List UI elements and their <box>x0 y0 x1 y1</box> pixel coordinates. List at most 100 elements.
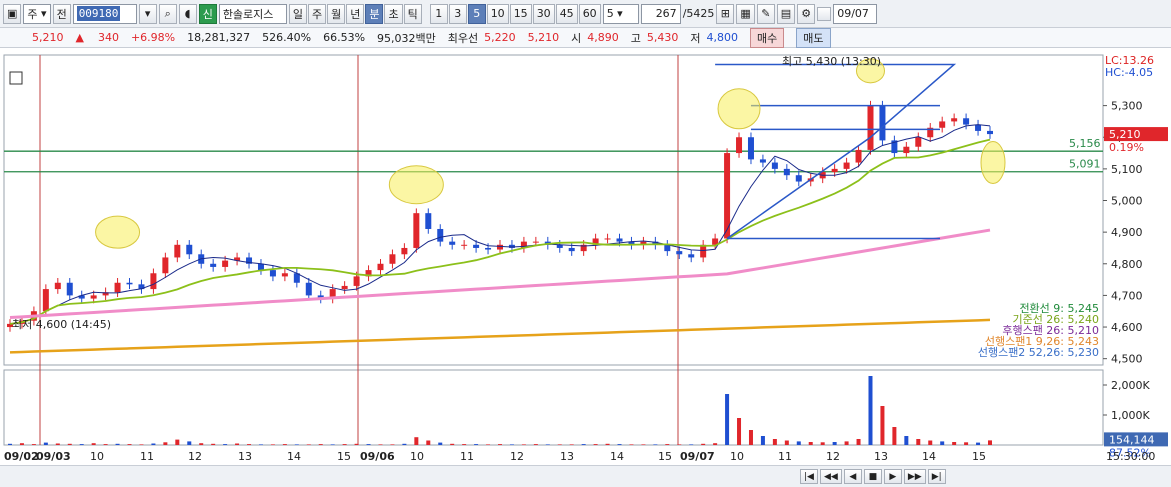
draw-icon[interactable]: ✎ <box>756 3 775 24</box>
chart-layout-icon[interactable]: ▣ <box>3 3 22 24</box>
period-tab-6[interactable]: 틱 <box>403 3 422 24</box>
candlestick-chart[interactable]: 5,3005,2005,1005,0004,9004,8004,7004,600… <box>0 50 1171 465</box>
x-axis-label: 13 <box>874 450 888 463</box>
volume-bar <box>605 443 610 445</box>
open-price: 4,890 <box>587 31 619 44</box>
interval-select-value: 5 <box>606 7 614 20</box>
sell-button[interactable]: 매도 <box>796 27 831 48</box>
volume-bar <box>258 444 263 445</box>
nav-button-0[interactable]: |◀ <box>800 469 818 484</box>
x-axis-label: 14 <box>610 450 624 463</box>
high-annotation: 최고 5,430 (13:30) <box>782 55 881 68</box>
volume-bar <box>557 444 562 445</box>
turnover-pct: 66.53% <box>323 31 366 44</box>
volume-bar <box>235 443 240 445</box>
search-icon[interactable]: ⌕ <box>158 3 177 24</box>
nav-button-6[interactable]: ▶| <box>927 469 946 484</box>
sin-badge[interactable]: 신 <box>198 3 217 24</box>
candle-body <box>114 282 121 293</box>
trade-amount: 95,032백만 <box>377 31 436 45</box>
best-ask: 5,220 <box>484 31 516 44</box>
volume-bar <box>760 436 765 445</box>
x-axis-label: 15 <box>658 450 672 463</box>
high-label: 고 <box>630 31 641 45</box>
period-tab-4[interactable]: 분 <box>365 3 384 24</box>
interval-select[interactable]: 5 ▾ <box>602 3 639 24</box>
settings-icon[interactable]: ⚙ <box>797 3 816 24</box>
volume-bar <box>569 444 574 445</box>
candle-body <box>843 162 850 169</box>
x-axis-label: 13 <box>238 450 252 463</box>
chart-scrollbar[interactable]: |◀ ◀◀ ◀ ■ ▶ ▶▶ ▶| <box>0 465 1171 487</box>
crosshair-icon[interactable]: ⊞ <box>716 3 735 24</box>
period-tabs: 일주월년분초틱 <box>288 3 422 24</box>
volume-bar <box>904 436 909 445</box>
period-tab-2[interactable]: 월 <box>327 3 346 24</box>
volume-bar <box>486 444 491 445</box>
candle-body <box>413 213 420 248</box>
open-label: 시 <box>571 31 582 45</box>
market-select[interactable]: 주 ▾ <box>23 3 51 24</box>
interval-tab-4[interactable]: 15 <box>509 3 532 24</box>
volume-bar <box>641 444 646 445</box>
volume-bar <box>462 444 467 445</box>
candle-body <box>676 251 683 255</box>
candle-body <box>604 238 611 240</box>
interval-tab-3[interactable]: 10 <box>486 3 509 24</box>
count-value: 267 <box>655 7 677 20</box>
chart-area: 5,3005,2005,1005,0004,9004,8004,7004,600… <box>0 50 1171 487</box>
volume-bar <box>653 444 658 445</box>
volume-bar <box>8 443 12 445</box>
x-axis-label: 14 <box>287 450 301 463</box>
buy-button[interactable]: 매수 <box>750 27 785 48</box>
interval-tab-7[interactable]: 60 <box>578 3 601 24</box>
nav-button-2[interactable]: ◀ <box>843 469 862 484</box>
nav-button-5[interactable]: ▶▶ <box>903 469 926 484</box>
volume-bar <box>294 444 299 445</box>
stock-code-value: 009180 <box>76 6 121 21</box>
volume-bar <box>976 442 981 445</box>
nav-button-4[interactable]: ▶ <box>883 469 902 484</box>
candle-body <box>688 254 695 258</box>
volume-bar <box>354 443 359 445</box>
period-tab-0[interactable]: 일 <box>288 3 307 24</box>
interval-tab-5[interactable]: 30 <box>532 3 555 24</box>
candle-body <box>963 118 970 125</box>
table-icon[interactable]: ▤ <box>776 3 796 24</box>
code-dropdown-icon[interactable]: ▾ <box>138 3 157 24</box>
x-axis-label: 12 <box>510 450 524 463</box>
interval-tab-0[interactable]: 1 <box>429 3 448 24</box>
count-input[interactable]: 267 <box>640 3 681 24</box>
candle-body <box>437 228 444 242</box>
date-input[interactable]: 09/07 <box>833 3 878 24</box>
stock-code-input[interactable]: 009180 <box>72 3 137 24</box>
volume-ratio: 526.40% <box>262 31 312 44</box>
nav-button-3[interactable]: ■ <box>863 469 882 484</box>
candle-body <box>449 241 456 245</box>
interval-tab-6[interactable]: 45 <box>555 3 578 24</box>
nav-button-1[interactable]: ◀◀ <box>820 469 842 484</box>
date-checkbox[interactable] <box>817 6 832 21</box>
candle-body <box>269 270 276 277</box>
price-panel <box>3 54 1104 366</box>
volume-bar <box>450 443 455 445</box>
period-tab-3[interactable]: 년 <box>346 3 365 24</box>
volume-bar <box>139 444 144 445</box>
interval-tab-2[interactable]: 5 <box>467 3 486 24</box>
interval-tab-1[interactable]: 3 <box>448 3 467 24</box>
candle-body <box>987 130 993 135</box>
period-tab-1[interactable]: 주 <box>307 3 327 24</box>
grid-icon[interactable]: ▦ <box>736 3 755 24</box>
candle-body <box>150 273 157 290</box>
volume-bar <box>892 427 897 445</box>
x-axis-label: 09/06 <box>360 450 395 463</box>
speaker-icon[interactable]: ◖ <box>178 3 197 24</box>
candle-body <box>568 247 575 252</box>
volume-bar <box>521 444 526 445</box>
change-arrow: ▲ <box>75 31 84 44</box>
period-tab-5[interactable]: 초 <box>384 3 403 24</box>
prev-button[interactable]: 전 <box>52 3 71 24</box>
volume-bar <box>91 443 96 445</box>
highlight-ellipse-2 <box>717 88 761 130</box>
candle-body <box>951 118 958 122</box>
